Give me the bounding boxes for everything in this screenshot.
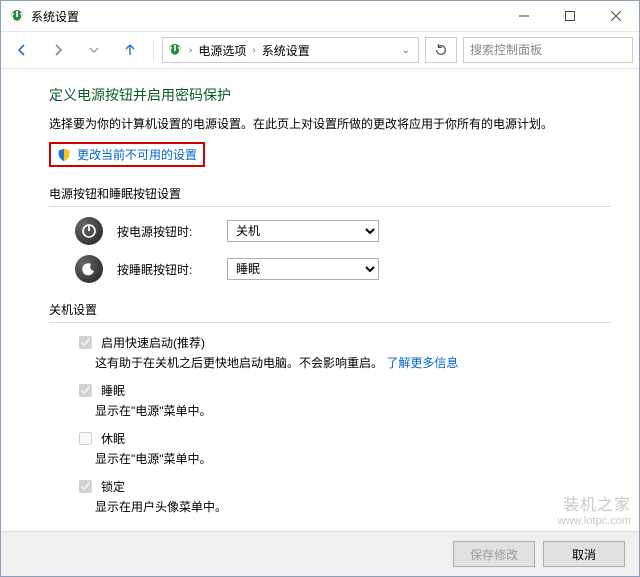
breadcrumb-icon [167,42,183,58]
minimize-button[interactable] [501,1,547,31]
hibernate-description: 显示在"电源"菜单中。 [95,450,611,467]
power-icon [75,217,103,245]
page-description: 选择要为你的计算机设置的电源设置。在此页上对设置所做的更改将应用于你所有的电源计… [49,115,611,132]
window-buttons [501,1,639,31]
learn-more-link[interactable]: 了解更多信息 [386,356,458,370]
refresh-button[interactable] [425,37,457,63]
sleep-label: 睡眠 [101,382,125,399]
nav-row: › 电源选项 › 系统设置 ⌄ [1,31,639,69]
breadcrumb-item[interactable]: 系统设置 [262,42,310,59]
hibernate-block: 休眠 显示在"电源"菜单中。 [75,429,611,467]
chevron-right-icon[interactable]: › [250,45,257,56]
hibernate-label: 休眠 [101,430,125,447]
lock-description: 显示在用户头像菜单中。 [95,498,611,515]
breadcrumb[interactable]: › 电源选项 › 系统设置 ⌄ [162,37,419,63]
section-heading-buttons: 电源按钮和睡眠按钮设置 [49,185,611,202]
cancel-button[interactable]: 取消 [543,541,625,567]
app-icon [9,8,25,24]
search-input[interactable] [468,42,628,58]
up-button[interactable] [115,36,145,64]
save-button[interactable]: 保存修改 [453,541,535,567]
recent-dropdown[interactable] [79,36,109,64]
sleep-button-label: 按睡眠按钮时: [117,261,213,278]
chevron-right-icon[interactable]: › [187,45,194,56]
divider [49,206,611,207]
footer: 保存修改 取消 [1,531,639,576]
fast-startup-block: 启用快速启动(推荐) 这有助于在关机之后更快地启动电脑。不会影响重启。 了解更多… [75,333,611,371]
section-heading-shutdown: 关机设置 [49,301,611,318]
sleep-button-select[interactable]: 睡眠 [227,258,379,280]
shield-icon [57,148,71,162]
forward-button[interactable] [43,36,73,64]
page-title: 定义电源按钮并启用密码保护 [49,85,611,105]
power-button-label: 按电源按钮时: [117,223,213,240]
titlebar: 系统设置 [1,1,639,31]
sleep-checkbox[interactable] [79,384,92,397]
sleep-button-row: 按睡眠按钮时: 睡眠 [75,255,611,283]
sleep-block: 睡眠 显示在"电源"菜单中。 [75,381,611,419]
lock-label: 锁定 [101,478,125,495]
maximize-button[interactable] [547,1,593,31]
power-button-select[interactable]: 关机 [227,220,379,242]
hibernate-checkbox[interactable] [79,432,92,445]
close-button[interactable] [593,1,639,31]
separator [153,39,154,61]
sleep-description: 显示在"电源"菜单中。 [95,402,611,419]
lock-block: 锁定 显示在用户头像菜单中。 [75,477,611,515]
back-button[interactable] [7,36,37,64]
content-area: 定义电源按钮并启用密码保护 选择要为你的计算机设置的电源设置。在此页上对设置所做… [1,69,639,531]
lock-checkbox[interactable] [79,480,92,493]
divider [49,322,611,323]
chevron-down-icon[interactable]: ⌄ [398,45,414,56]
fast-startup-description: 这有助于在关机之后更快地启动电脑。不会影响重启。 了解更多信息 [95,354,611,371]
power-button-row: 按电源按钮时: 关机 [75,217,611,245]
sleep-icon [75,255,103,283]
highlight-box: 更改当前不可用的设置 [49,142,205,167]
search-box[interactable] [463,37,633,63]
breadcrumb-item[interactable]: 电源选项 [198,42,246,59]
window: 系统设置 › 电源选项 › 系统设置 ⌄ [0,0,640,577]
change-unavailable-settings-link[interactable]: 更改当前不可用的设置 [77,146,197,163]
window-title: 系统设置 [31,8,79,25]
fast-startup-label: 启用快速启动(推荐) [101,334,205,351]
fast-startup-checkbox[interactable] [79,336,92,349]
